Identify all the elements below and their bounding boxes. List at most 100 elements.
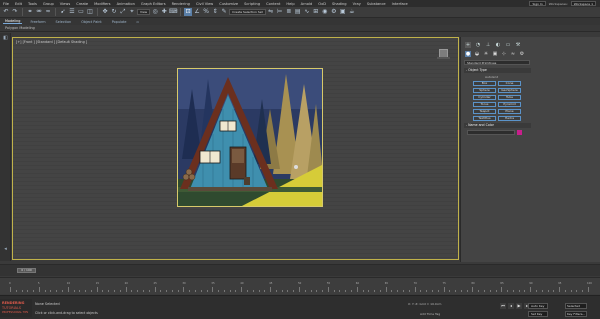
mirror-icon[interactable]: ⇋: [267, 8, 275, 16]
utilities-tab-icon[interactable]: ⚒: [515, 42, 521, 48]
key-filters-button[interactable]: Key Filters...: [565, 311, 587, 317]
menu-help[interactable]: Help: [286, 2, 294, 6]
coordinate-display[interactable]: X: Y: Z: Grid = 10.0cm: [408, 302, 441, 306]
auto-key-button[interactable]: Auto Key: [528, 303, 548, 309]
pivot-icon[interactable]: ◎: [151, 8, 159, 16]
play-icon[interactable]: ▶: [516, 303, 522, 309]
select-place-icon[interactable]: ⌖: [128, 8, 136, 16]
render-setup-icon[interactable]: ⚙: [330, 8, 338, 16]
menu-substance[interactable]: Substance: [367, 2, 386, 6]
menu-scripting[interactable]: Scripting: [244, 2, 260, 6]
name-color-rollout-header[interactable]: - Name and Color: [464, 123, 531, 128]
geosphere-button[interactable]: GeoSphere: [498, 88, 521, 93]
percent-snap-icon[interactable]: %: [202, 8, 210, 16]
menu-arnold[interactable]: Arnold: [301, 2, 313, 6]
workspace-dropdown[interactable]: Workspace 1: [570, 1, 596, 6]
undo-icon[interactable]: ↶: [2, 8, 10, 16]
named-selection-set-dropdown[interactable]: Create Selection Set: [229, 9, 266, 15]
set-key-button[interactable]: Set Key: [528, 311, 548, 317]
tab-selection[interactable]: Selection: [54, 20, 74, 24]
menu-modifiers[interactable]: Modifiers: [94, 2, 110, 6]
tab-modeling[interactable]: Modeling: [3, 19, 23, 24]
lights-icon[interactable]: ☀: [483, 51, 489, 57]
menu-customize[interactable]: Customize: [219, 2, 238, 6]
viewport-layout-icon[interactable]: ◧: [2, 35, 9, 42]
space-warps-icon[interactable]: ≈: [510, 51, 516, 57]
object-type-rollout-header[interactable]: - Object Type: [464, 68, 531, 73]
textplus-button[interactable]: TextPlus: [473, 116, 496, 121]
select-manipulate-icon[interactable]: ✚: [160, 8, 168, 16]
layer-explorer-icon[interactable]: ≣: [285, 8, 293, 16]
shapes-icon[interactable]: ◒: [474, 51, 480, 57]
teapot-button[interactable]: Teapot: [473, 109, 496, 114]
sphere-button[interactable]: Sphere: [473, 88, 496, 93]
link-icon[interactable]: ⚭: [26, 8, 34, 16]
time-slider[interactable]: 0 / 100: [17, 268, 36, 273]
menu-shading[interactable]: Shading: [332, 2, 347, 6]
go-to-start-icon[interactable]: ⏮: [500, 303, 506, 309]
menu-oxd[interactable]: OxD: [318, 2, 326, 6]
viewport-label[interactable]: [+] [Front ] [Standard ] [Default Shadin…: [16, 40, 87, 44]
align-icon[interactable]: ⊨: [276, 8, 284, 16]
angle-snap-icon[interactable]: ∠: [193, 8, 201, 16]
spinner-snap-icon[interactable]: ⇕: [211, 8, 219, 16]
keyboard-shortcut-icon[interactable]: ⌨: [169, 8, 178, 16]
time-slider-track[interactable]: [0, 264, 600, 276]
menu-interface[interactable]: Interface: [392, 2, 408, 6]
rect-region-icon[interactable]: ▭: [77, 8, 85, 16]
menu-edit[interactable]: Edit: [15, 2, 22, 6]
geometry-icon[interactable]: ●: [465, 51, 471, 57]
motion-tab-icon[interactable]: ◐: [495, 42, 501, 48]
menu-rendering[interactable]: Rendering: [172, 2, 190, 6]
torus-button[interactable]: Torus: [473, 102, 496, 107]
menu-content[interactable]: Content: [266, 2, 280, 6]
select-by-name-icon[interactable]: ☰: [68, 8, 76, 16]
menu-tools[interactable]: Tools: [28, 2, 37, 6]
systems-icon[interactable]: ⚙: [519, 51, 525, 57]
cylinder-button[interactable]: Cylinder: [473, 95, 496, 100]
primitive-category-dropdown[interactable]: Standard Primitives: [464, 60, 530, 65]
cameras-icon[interactable]: ▣: [492, 51, 498, 57]
menu-animation[interactable]: Animation: [117, 2, 135, 6]
scale-icon[interactable]: ⤢: [119, 8, 127, 16]
edit-named-sel-icon[interactable]: ✎: [220, 8, 228, 16]
menu-create[interactable]: Create: [76, 2, 88, 6]
plane-button[interactable]: Plane: [498, 109, 521, 114]
helpers-icon[interactable]: ⊹: [501, 51, 507, 57]
ribbon-panel-label[interactable]: Polygon Modeling: [5, 26, 35, 30]
menu-civil-view[interactable]: Civil View: [196, 2, 213, 6]
move-icon[interactable]: ✥: [101, 8, 109, 16]
material-editor-icon[interactable]: ◉: [321, 8, 329, 16]
create-tab-icon[interactable]: +: [465, 42, 471, 48]
menu-vray[interactable]: Vray: [353, 2, 361, 6]
snap-toggle-icon[interactable]: ⊡: [184, 8, 193, 16]
select-icon[interactable]: ➹: [59, 8, 67, 16]
object-color-swatch[interactable]: [517, 130, 522, 135]
object-name-input[interactable]: [467, 130, 515, 135]
key-mode-dropdown[interactable]: Selected: [565, 303, 587, 309]
menu-file[interactable]: File: [3, 2, 9, 6]
autogrid-checkbox[interactable]: AutoGrid: [485, 75, 498, 79]
toggle-ribbon-icon[interactable]: ▤: [294, 8, 302, 16]
tab-object-paint[interactable]: Object Paint: [79, 20, 104, 24]
curve-editor-icon[interactable]: ∿: [303, 8, 311, 16]
menu-group[interactable]: Group: [43, 2, 54, 6]
modify-tab-icon[interactable]: ◔: [475, 42, 481, 48]
rotate-icon[interactable]: ↻: [110, 8, 118, 16]
unlink-icon[interactable]: ⚮: [35, 8, 43, 16]
box-button[interactable]: Box: [473, 81, 496, 86]
menu-views[interactable]: Views: [60, 2, 70, 6]
tab-freeform[interactable]: Freeform: [28, 20, 47, 24]
rendered-frame-window-icon[interactable]: ▣: [339, 8, 347, 16]
prev-frame-icon[interactable]: ◂: [508, 303, 514, 309]
bind-icon[interactable]: ≈: [44, 8, 52, 16]
scene-image-plane[interactable]: [177, 68, 323, 207]
schematic-view-icon[interactable]: ⊞: [312, 8, 320, 16]
menu-graph-editors[interactable]: Graph Editors: [141, 2, 166, 6]
hedra-button[interactable]: Hedra: [498, 116, 521, 121]
tube-button[interactable]: Tube: [498, 95, 521, 100]
scene-explorer-toggle-icon[interactable]: ◂: [2, 246, 9, 253]
sign-in-button[interactable]: Sign In: [529, 1, 546, 6]
tab-populate[interactable]: Populate: [110, 20, 129, 24]
ribbon-options-icon[interactable]: ▫: [134, 20, 140, 24]
